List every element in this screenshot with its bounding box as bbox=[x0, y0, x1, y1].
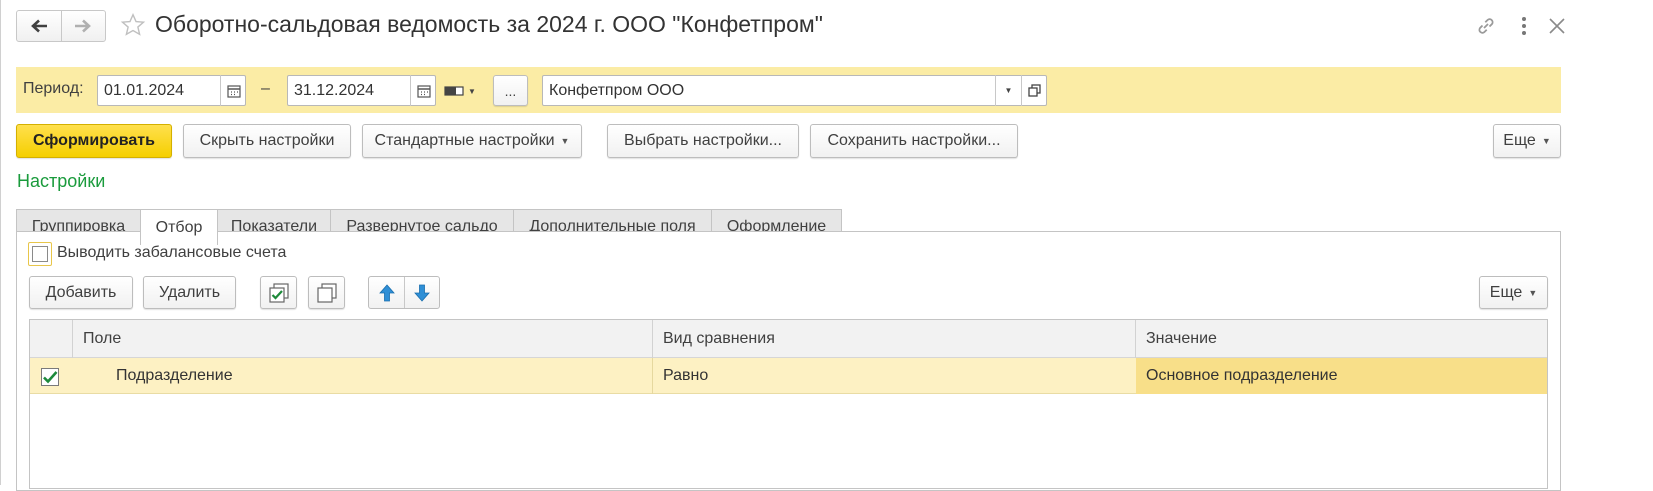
arrow-down-icon bbox=[414, 284, 430, 302]
period-variant-button[interactable]: ▼ bbox=[444, 82, 480, 100]
organization-value: Конфетпром ООО bbox=[549, 81, 685, 99]
arrow-right-icon bbox=[75, 19, 92, 33]
close-button[interactable] bbox=[1546, 14, 1568, 38]
period-more-button[interactable]: ... bbox=[493, 75, 528, 106]
close-icon bbox=[1549, 18, 1565, 34]
generate-button[interactable]: Сформировать bbox=[16, 124, 172, 158]
column-header-check bbox=[30, 320, 73, 358]
row-checkbox[interactable] bbox=[41, 368, 59, 386]
star-icon bbox=[120, 12, 146, 36]
toolbar-more-label: Еще bbox=[1503, 132, 1536, 149]
page-title: Оборотно-сальдовая ведомость за 2024 г. … bbox=[155, 11, 823, 37]
chevron-down-icon: ▼ bbox=[1541, 136, 1551, 146]
nav-button-group bbox=[16, 10, 106, 42]
uncheck-all-button[interactable] bbox=[308, 276, 345, 309]
arrow-up-icon bbox=[378, 283, 395, 301]
calendar-icon bbox=[416, 84, 431, 98]
filter-table: Поле Вид сравнения Значение Подразделени… bbox=[29, 319, 1548, 489]
standard-settings-button[interactable]: Стандартные настройки ▼ bbox=[362, 124, 582, 158]
check-all-button[interactable] bbox=[260, 276, 297, 309]
chevron-down-icon: ▼ bbox=[560, 136, 570, 146]
standard-settings-label: Стандартные настройки bbox=[374, 132, 555, 149]
link-button[interactable] bbox=[1474, 14, 1498, 38]
delete-button[interactable]: Удалить bbox=[143, 276, 236, 309]
choose-settings-button[interactable]: Выбрать настройки... bbox=[607, 124, 799, 158]
save-settings-button[interactable]: Сохранить настройки... bbox=[810, 124, 1018, 158]
calendar-to-button[interactable] bbox=[410, 75, 436, 106]
period-to-value: 31.12.2024 bbox=[294, 81, 375, 99]
period-dash: – bbox=[261, 80, 270, 97]
column-header-value[interactable]: Значение bbox=[1136, 320, 1547, 358]
organization-field[interactable]: Конфетпром ООО ▼ bbox=[542, 75, 1047, 106]
checkmark-icon bbox=[43, 371, 58, 384]
window-left-border bbox=[0, 0, 1, 485]
calendar-icon bbox=[226, 84, 241, 98]
chevron-down-icon: ▼ bbox=[1528, 287, 1538, 298]
back-button[interactable] bbox=[17, 11, 62, 41]
calendar-from-button[interactable] bbox=[220, 75, 246, 106]
filter-more-button[interactable]: Еще ▼ bbox=[1479, 276, 1548, 309]
move-up-button[interactable] bbox=[369, 277, 405, 308]
row-value-cell[interactable]: Основное подразделение bbox=[1136, 358, 1547, 394]
column-header-field[interactable]: Поле bbox=[73, 320, 653, 358]
period-from-field[interactable]: 01.01.2024 bbox=[97, 75, 246, 106]
filter-more-label: Еще bbox=[1489, 283, 1523, 301]
tab-label: Отбор bbox=[155, 218, 203, 236]
arrow-left-icon bbox=[30, 19, 47, 33]
add-button[interactable]: Добавить bbox=[29, 276, 133, 309]
organization-open-button[interactable] bbox=[1021, 75, 1047, 106]
forward-button[interactable] bbox=[62, 11, 106, 41]
favorite-button[interactable] bbox=[120, 12, 146, 38]
period-to-field[interactable]: 31.12.2024 bbox=[287, 75, 436, 106]
offbalance-checkbox[interactable] bbox=[28, 242, 52, 266]
hide-settings-button[interactable]: Скрыть настройки bbox=[183, 124, 351, 158]
tab-filter[interactable]: Отбор bbox=[140, 209, 218, 245]
column-divider bbox=[652, 358, 653, 394]
settings-title: Настройки bbox=[17, 171, 106, 191]
chevron-down-icon: ▼ bbox=[1004, 86, 1013, 95]
period-from-value: 01.01.2024 bbox=[104, 81, 185, 99]
more-menu-button[interactable] bbox=[1514, 14, 1534, 38]
move-button-group bbox=[368, 276, 440, 309]
uncheck-all-icon bbox=[316, 282, 337, 303]
period-variant-icon bbox=[444, 86, 464, 96]
organization-dropdown-button[interactable]: ▼ bbox=[995, 75, 1021, 106]
column-header-comparison[interactable]: Вид сравнения bbox=[653, 320, 1136, 358]
check-all-icon bbox=[268, 282, 289, 303]
open-form-icon bbox=[1028, 84, 1041, 97]
link-icon bbox=[1478, 18, 1494, 34]
toolbar-more-button[interactable]: Еще ▼ bbox=[1493, 124, 1561, 158]
row-field-cell[interactable]: Подразделение bbox=[106, 358, 653, 394]
row-comparison-cell[interactable]: Равно bbox=[653, 358, 1136, 394]
move-down-button[interactable] bbox=[405, 277, 439, 308]
vertical-dots-icon bbox=[1522, 17, 1526, 35]
offbalance-label: Выводить забалансовые счета bbox=[57, 244, 287, 261]
period-label: Период: bbox=[23, 80, 84, 97]
chevron-down-icon: ▼ bbox=[468, 86, 476, 96]
table-header: Поле Вид сравнения Значение bbox=[30, 320, 1547, 358]
